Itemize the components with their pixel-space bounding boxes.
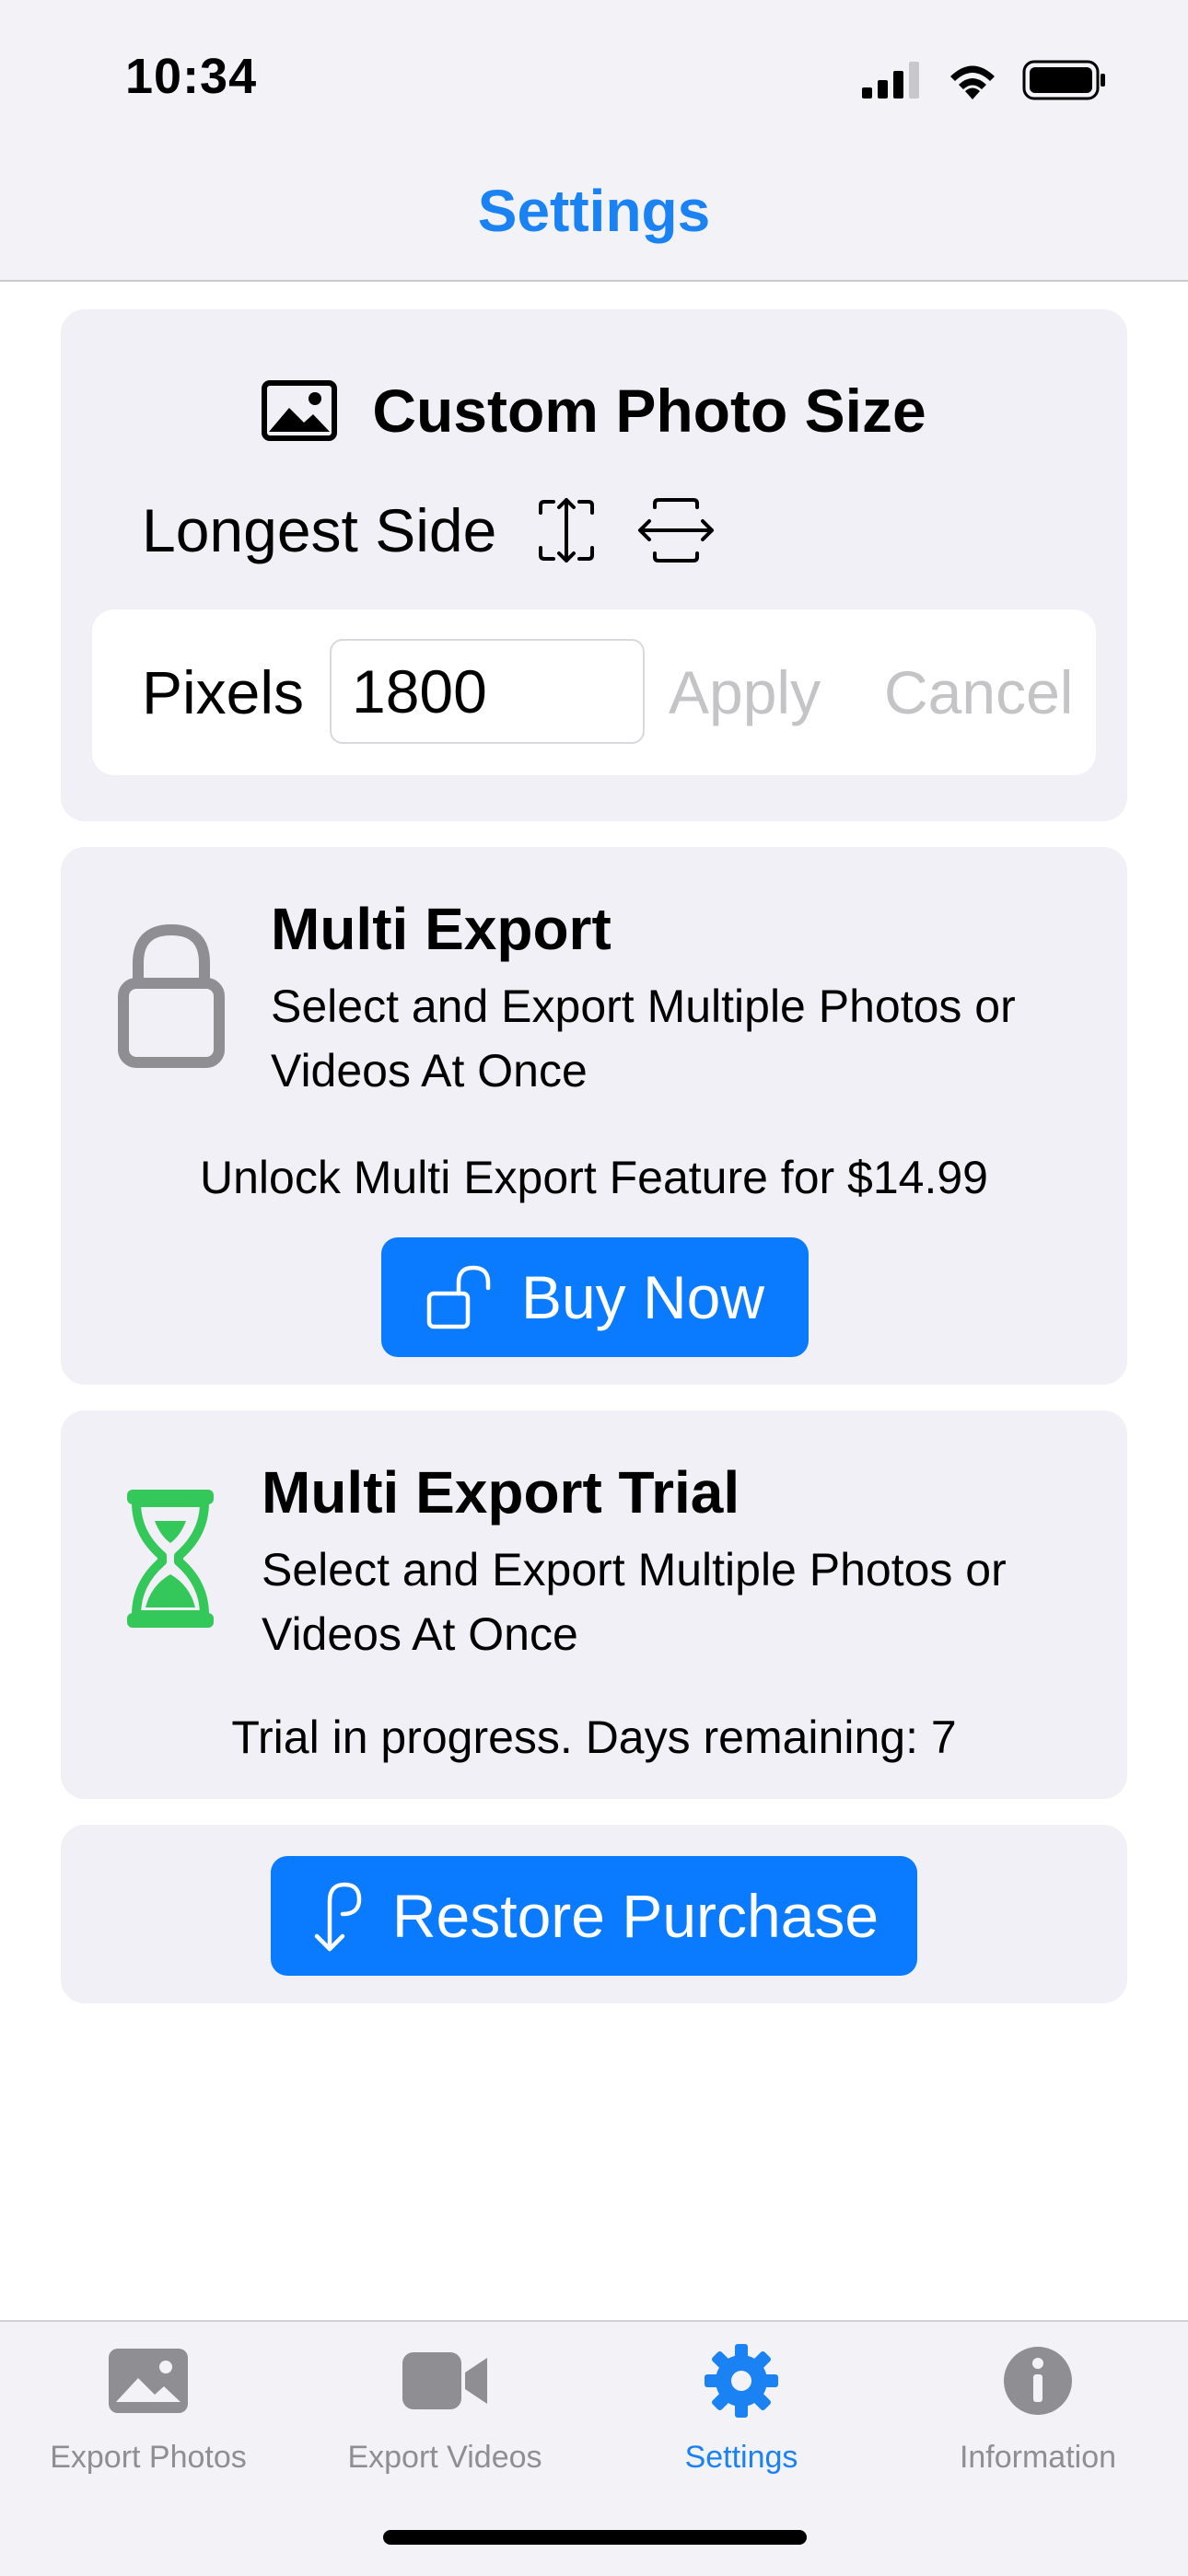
tab-label: Information — [959, 2440, 1117, 2475]
longest-side-label: Longest Side — [142, 496, 497, 564]
custom-photo-size-card: Custom Photo Size Longest Side Pixels Ap… — [61, 309, 1127, 821]
unlock-price-text: Unlock Multi Export Feature for $14.99 — [200, 1152, 988, 1203]
page-title: Settings — [477, 178, 711, 244]
cellular-signal-icon — [862, 62, 919, 99]
buy-now-label: Buy Now — [520, 1263, 765, 1331]
gear-icon — [705, 2344, 778, 2418]
tab-label: Settings — [684, 2440, 798, 2475]
resize-horizontal-icon[interactable] — [636, 496, 716, 564]
multi-export-card: Multi Export Select and Export Multiple … — [61, 847, 1127, 1385]
info-icon — [1004, 2347, 1072, 2415]
trial-title: Multi Export Trial — [262, 1459, 740, 1526]
restore-arrow-icon — [314, 1882, 362, 1952]
photo-icon — [262, 380, 338, 441]
multi-export-description: Select and Export Multiple Photos or Vid… — [271, 981, 1016, 1097]
multi-export-trial-card: Multi Export Trial Select and Export Mul… — [61, 1410, 1127, 1799]
tab-label: Export Photos — [50, 2440, 247, 2475]
battery-icon — [1022, 60, 1105, 100]
home-indicator — [383, 2530, 807, 2545]
wifi-icon — [950, 65, 995, 99]
status-time: 10:34 — [125, 49, 258, 104]
trial-status-text: Trial in progress. Days remaining: 7 — [231, 1712, 957, 1763]
cancel-button[interactable]: Cancel — [884, 657, 1073, 727]
apply-button[interactable]: Apply — [669, 657, 821, 727]
pixels-input[interactable] — [330, 639, 645, 744]
resize-vertical-icon[interactable] — [530, 496, 603, 564]
restore-purchase-button[interactable]: Restore Purchase — [271, 1856, 917, 1976]
tab-information[interactable]: Information — [890, 2322, 1186, 2506]
photo-icon — [109, 2349, 188, 2413]
video-camera-icon — [402, 2352, 487, 2409]
navigation-bar: Settings — [0, 157, 1188, 282]
hourglass-icon — [127, 1490, 214, 1628]
status-bar: 10:34 — [0, 0, 1188, 157]
custom-photo-size-header: Custom Photo Size — [61, 374, 1127, 447]
tab-label: Export Videos — [347, 2440, 542, 2475]
unlock-icon — [426, 1265, 491, 1329]
custom-photo-size-title: Custom Photo Size — [372, 377, 926, 445]
multi-export-title: Multi Export — [271, 896, 611, 962]
pixels-label: Pixels — [142, 658, 305, 726]
tab-settings[interactable]: Settings — [593, 2322, 890, 2506]
longest-side-row: Longest Side — [142, 489, 716, 572]
lock-icon — [118, 923, 225, 1068]
trial-description: Select and Export Multiple Photos or Vid… — [262, 1544, 1007, 1660]
tab-export-photos[interactable]: Export Photos — [0, 2322, 297, 2506]
status-icons — [862, 57, 1107, 103]
buy-now-button[interactable]: Buy Now — [381, 1237, 809, 1357]
pixels-panel: Pixels Apply Cancel — [92, 609, 1096, 775]
restore-purchase-card: Restore Purchase — [61, 1825, 1127, 2003]
tab-export-videos[interactable]: Export Videos — [297, 2322, 593, 2506]
restore-purchase-label: Restore Purchase — [391, 1882, 879, 1950]
